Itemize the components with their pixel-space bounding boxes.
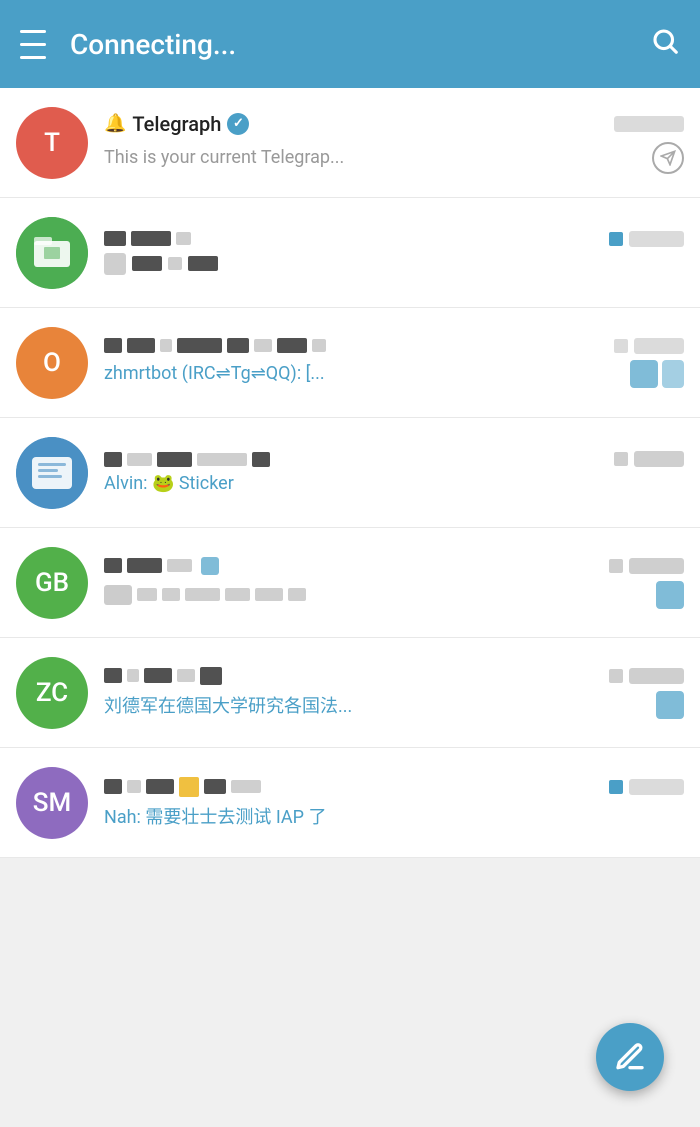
chat-content	[104, 557, 684, 609]
chat-top-row	[104, 338, 684, 354]
preview-row	[104, 581, 684, 609]
chat-list: T 🔔 Telegraph This is your current Teleg…	[0, 88, 700, 858]
chat-name	[104, 777, 261, 797]
time-redacted	[629, 668, 684, 684]
chat-preview: This is your current Telegrap...	[104, 147, 344, 168]
avatar-letter: GB	[35, 568, 69, 598]
unread-dot	[609, 780, 623, 794]
verified-badge	[227, 113, 249, 135]
chat-item[interactable]: T 🔔 Telegraph This is your current Teleg…	[0, 88, 700, 198]
chat-name	[104, 231, 191, 246]
time-dot	[609, 669, 623, 683]
status-icon	[630, 360, 658, 388]
compose-button[interactable]	[596, 1023, 664, 1091]
time-redacted	[634, 338, 684, 354]
chat-preview: Nah: 需要壮士去测试 IAP 了	[104, 803, 326, 829]
avatar-letter: T	[44, 128, 60, 158]
chat-item[interactable]: O zhmrtbot (IRC	[0, 308, 700, 418]
avatar-letter: SM	[33, 788, 71, 818]
preview-redacted	[104, 253, 218, 275]
avatar: O	[16, 327, 88, 399]
preview-row: Alvin: 🐸 Sticker	[104, 473, 684, 494]
preview-row: 刘德军在德国大学研究各国法...	[104, 691, 684, 719]
time-area	[609, 231, 684, 247]
chat-content: Nah: 需要壮士去测试 IAP 了	[104, 777, 684, 829]
avatar: SM	[16, 767, 88, 839]
chat-name	[104, 557, 219, 575]
time-redacted	[634, 451, 684, 467]
chat-top-row	[104, 557, 684, 575]
avatar	[16, 217, 88, 289]
time-area	[609, 668, 684, 684]
chat-item[interactable]	[0, 198, 700, 308]
unread-icon	[656, 691, 684, 719]
time-dot	[609, 559, 623, 573]
time-dot	[614, 339, 628, 353]
time-area	[614, 451, 684, 467]
chat-content: zhmrtbot (IRC⇌Tg⇌QQ): [...	[104, 338, 684, 388]
preview-row: zhmrtbot (IRC⇌Tg⇌QQ): [...	[104, 360, 684, 388]
status-icons	[630, 360, 684, 388]
envelope-icon	[104, 585, 132, 605]
share-icon	[652, 142, 684, 174]
avatar: T	[16, 107, 88, 179]
time-redacted	[629, 558, 684, 574]
chat-name	[104, 452, 270, 467]
chat-top-row	[104, 451, 684, 467]
chat-item[interactable]: SM Nah: 需要壮士去测试 IAP 了	[0, 748, 700, 858]
chat-content	[104, 231, 684, 275]
app-header: Connecting...	[0, 0, 700, 88]
chat-icon	[201, 557, 219, 575]
flag-icon	[179, 777, 199, 797]
unread-dot	[609, 232, 623, 246]
avatar: ZC	[16, 657, 88, 729]
time-redacted	[629, 231, 684, 247]
chat-top-row	[104, 777, 684, 797]
chat-name	[104, 338, 326, 353]
chat-item[interactable]: GB	[0, 528, 700, 638]
avatar	[16, 437, 88, 509]
chat-content: Alvin: 🐸 Sticker	[104, 451, 684, 494]
menu-button[interactable]	[20, 25, 46, 64]
chat-item[interactable]: ZC 刘德军在德国大学研究各国法...	[0, 638, 700, 748]
header-title: Connecting...	[70, 28, 650, 61]
time-redacted	[629, 779, 684, 795]
time-redacted	[614, 116, 684, 132]
chat-top-row	[104, 231, 684, 247]
chat-name: 🔔 Telegraph	[104, 112, 614, 136]
unread-icon	[656, 581, 684, 609]
chat-top-row: 🔔 Telegraph	[104, 112, 684, 136]
preview-redacted	[104, 585, 306, 605]
chat-content: 🔔 Telegraph This is your current Telegra…	[104, 112, 684, 174]
time-dot	[614, 452, 628, 466]
compose-icon	[614, 1041, 646, 1073]
search-icon[interactable]	[650, 26, 680, 63]
chat-item[interactable]: Alvin: 🐸 Sticker	[0, 418, 700, 528]
chat-preview: Alvin: 🐸 Sticker	[104, 473, 234, 494]
time-area	[614, 338, 684, 354]
preview-row	[104, 253, 684, 275]
time-area	[609, 779, 684, 795]
chat-content: 刘德军在德国大学研究各国法...	[104, 667, 684, 719]
chat-meta-row: This is your current Telegrap...	[104, 142, 684, 174]
mute-icon: 🔔	[104, 113, 126, 134]
avatar-letter: ZC	[36, 678, 68, 708]
status-icon2	[662, 360, 684, 388]
chat-preview: zhmrtbot (IRC⇌Tg⇌QQ): [...	[104, 363, 325, 384]
chat-top-row	[104, 667, 684, 685]
avatar: GB	[16, 547, 88, 619]
chat-time-area	[614, 116, 684, 132]
avatar-letter: O	[43, 348, 61, 378]
preview-row: Nah: 需要壮士去测试 IAP 了	[104, 803, 684, 829]
chat-name	[104, 667, 222, 685]
chat-preview: 刘德军在德国大学研究各国法...	[104, 692, 352, 718]
time-area	[609, 558, 684, 574]
